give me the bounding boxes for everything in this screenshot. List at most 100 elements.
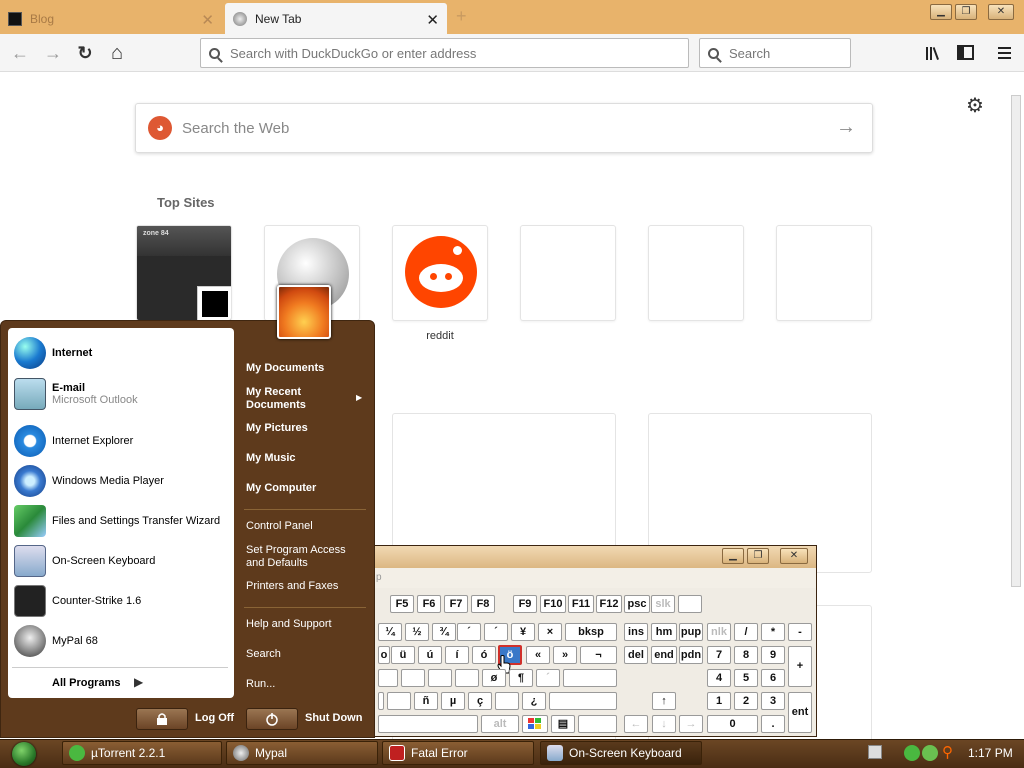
key-num-lock[interactable]: nlk [707,623,731,641]
key[interactable]: o [378,646,390,664]
taskbar-on-screen-keyboard[interactable]: On-Screen Keyboard [540,741,702,765]
back-button[interactable]: ← [8,42,32,64]
key[interactable]: µ [441,692,465,710]
key[interactable]: » [553,646,577,664]
log-off-button[interactable] [136,708,188,730]
key-blank[interactable] [495,692,519,710]
key-num-1[interactable]: 1 [707,692,731,710]
scrollbar-thumb[interactable] [1011,95,1021,587]
restore-button[interactable]: ❐ [955,4,977,20]
start-item-email[interactable]: E-mail Microsoft Outlook [14,376,234,412]
address-bar[interactable]: Search with DuckDuckGo or enter address [200,38,689,68]
key-num-divide[interactable]: / [734,623,758,641]
osk-restore-button[interactable]: ❐ [747,548,769,564]
start-my-recent-documents[interactable]: My Recent Documents [246,386,346,412]
keyboard-tray-icon[interactable] [868,745,882,759]
key[interactable]: ¾ [432,623,456,641]
key-num-enter[interactable]: ent [788,692,812,733]
key-blank[interactable] [428,669,452,687]
minimize-button[interactable]: ▁ [930,4,952,20]
key-f6[interactable]: F6 [417,595,441,613]
user-picture[interactable] [277,285,331,339]
key-num-minus[interactable]: - [788,623,812,641]
start-my-computer[interactable]: My Computer [246,482,366,495]
close-window-button[interactable]: ✕ [988,4,1014,20]
arrow-right-icon[interactable]: → [836,116,856,139]
shut-down-button[interactable] [246,708,298,730]
top-site-tile[interactable] [392,225,488,321]
start-item-mypal[interactable]: MyPal 68 [14,623,234,659]
taskbar-utorrent[interactable]: µTorrent 2.2.1 [62,741,222,765]
key-num-multiply[interactable]: * [761,623,785,641]
key-f9[interactable]: F9 [513,595,537,613]
key-num-2[interactable]: 2 [734,692,758,710]
key-space[interactable] [378,715,478,733]
close-tab-icon[interactable]: ✕ [426,11,439,29]
key-ctrl[interactable] [578,715,617,733]
key-blank[interactable] [401,669,425,687]
start-printers-faxes[interactable]: Printers and Faxes [246,580,366,593]
key-alt[interactable]: alt [481,715,519,733]
sidebar-icon[interactable] [956,44,976,62]
key[interactable]: ¥ [511,623,535,641]
taskbar-mypal[interactable]: Mypal [226,741,378,765]
key-num-5[interactable]: 5 [734,669,758,687]
key-num-7[interactable]: 7 [707,646,731,664]
key[interactable]: ç [468,692,492,710]
tab-new-tab[interactable]: New Tab ✕ [225,3,447,34]
all-programs-button[interactable]: All Programs [52,677,120,689]
key-left-arrow[interactable]: ← [624,715,648,733]
key-f12[interactable]: F12 [596,595,622,613]
start-set-program-access[interactable]: Set Program Access and Defaults [246,544,356,570]
start-item-internet[interactable]: Internet [14,335,234,371]
start-my-documents[interactable]: My Documents [246,362,366,375]
key-page-down[interactable]: pdn [679,646,703,664]
start-item-media-player[interactable]: Windows Media Player [14,463,234,499]
network-tray-icon[interactable] [922,745,938,761]
key-num-plus[interactable]: + [788,646,812,687]
windows-key-icon[interactable] [522,715,548,733]
key-num-4[interactable]: 4 [707,669,731,687]
web-search-box[interactable]: ◕ Search the Web → [135,103,873,153]
home-button[interactable]: ⌂ [105,42,129,64]
key-blank[interactable] [387,692,411,710]
key[interactable]: ó [472,646,496,664]
osk-close-button[interactable]: ✕ [780,548,808,564]
key-right-arrow[interactable]: → [679,715,703,733]
key-num-dot[interactable]: . [761,715,785,733]
key-num-3[interactable]: 3 [761,692,785,710]
key-brk[interactable] [678,595,702,613]
start-item-transfer-wizard[interactable]: Files and Settings Transfer Wizard [14,503,234,539]
key-f7[interactable]: F7 [444,595,468,613]
top-site-tile[interactable]: zone 84 [136,225,232,321]
key-slk[interactable]: slk [651,595,675,613]
menu-icon[interactable] [996,45,1014,61]
key[interactable]: ú [418,646,442,664]
key[interactable]: « [526,646,550,664]
key-down-arrow[interactable]: ↓ [652,715,676,733]
key-up-arrow[interactable]: ↑ [652,692,676,710]
key-backspace[interactable]: bksp [565,623,617,641]
start-item-on-screen-keyboard[interactable]: On-Screen Keyboard [14,543,234,579]
library-icon[interactable] [924,44,944,62]
start-my-music[interactable]: My Music [246,452,366,465]
key-num-6[interactable]: 6 [761,669,785,687]
start-item-internet-explorer[interactable]: Internet Explorer [14,423,234,459]
forward-button[interactable]: → [41,42,65,64]
new-tab-button[interactable]: + [456,6,467,27]
taskbar-fatal-error[interactable]: Fatal Error [382,741,534,765]
search-tray-icon[interactable]: ⚲ [942,743,953,761]
key-psc[interactable]: psc [624,595,650,613]
key[interactable]: ñ [414,692,438,710]
key[interactable]: ´ [457,623,481,641]
key-home[interactable]: hm [651,623,677,641]
key-delete[interactable]: del [624,646,648,664]
utorrent-tray-icon[interactable] [904,745,920,761]
key-end[interactable]: end [651,646,677,664]
gear-icon[interactable]: ⚙ [966,93,984,118]
key-blank[interactable] [378,669,398,687]
key[interactable]: í [445,646,469,664]
tab-blog[interactable]: Blog ✕ [0,3,222,34]
key[interactable]: ü [391,646,415,664]
key[interactable]: ½ [405,623,429,641]
